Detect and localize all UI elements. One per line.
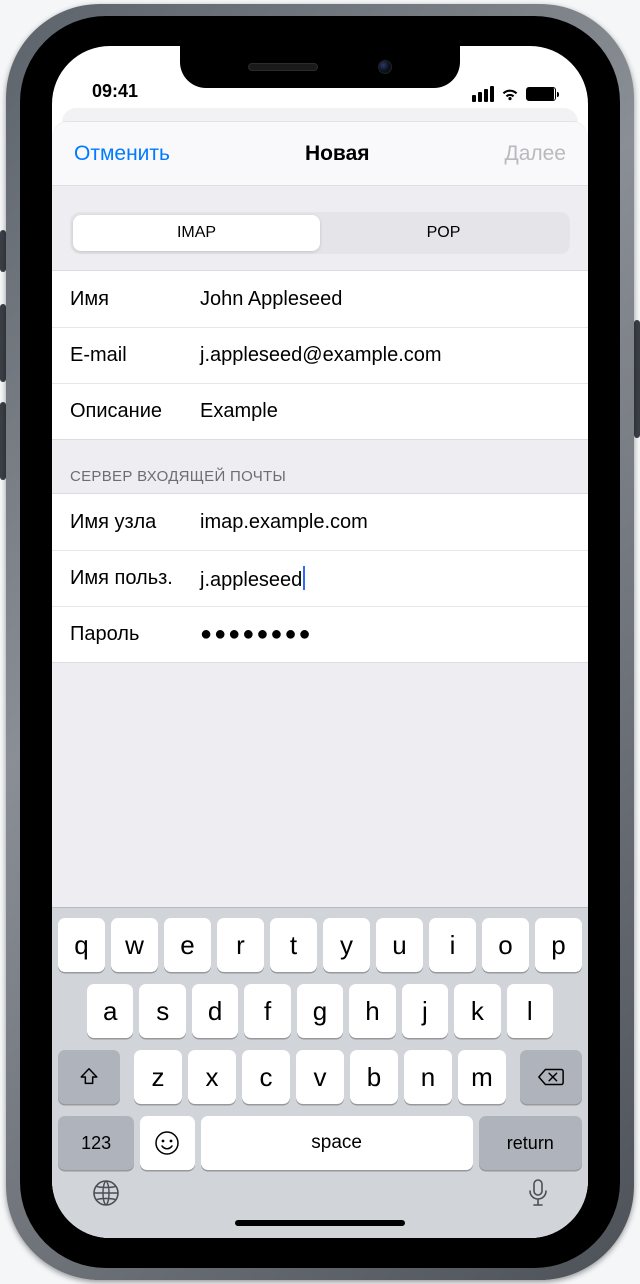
home-indicator[interactable] [235,1220,405,1226]
key-v[interactable]: v [296,1050,344,1104]
username-label: Имя польз. [70,567,200,590]
next-button[interactable]: Далее [504,142,566,166]
name-label: Имя [70,288,200,311]
key-row-1: qwertyuiop [57,918,583,972]
key-row-4: 123 space return [57,1116,583,1170]
key-l[interactable]: l [507,984,553,1038]
key-o[interactable]: o [482,918,529,972]
shift-icon [78,1066,100,1088]
shift-key[interactable] [58,1050,120,1104]
incoming-server-header: СЕРВЕР ВХОДЯЩЕЙ ПОЧТЫ [52,440,588,493]
row-username[interactable]: Имя польз. j.appleseed [52,550,588,606]
key-p[interactable]: p [535,918,582,972]
key-row-3: zxcvbnm [57,1050,583,1104]
key-i[interactable]: i [429,918,476,972]
speaker-grille [248,63,318,71]
emoji-icon [154,1130,180,1156]
dictation-key[interactable] [527,1178,549,1208]
host-label: Имя узла [70,511,200,534]
row-name[interactable]: Имя John Appleseed [52,271,588,327]
name-field[interactable]: John Appleseed [200,288,570,311]
segment-pop[interactable]: POP [320,215,567,251]
cellular-icon [472,86,494,102]
key-y[interactable]: y [323,918,370,972]
key-t[interactable]: t [270,918,317,972]
email-field[interactable]: j.appleseed@example.com [200,344,570,367]
key-c[interactable]: c [242,1050,290,1104]
key-g[interactable]: g [297,984,343,1038]
key-u[interactable]: u [376,918,423,972]
space-key[interactable]: space [201,1116,473,1170]
emoji-key[interactable] [140,1116,194,1170]
status-time: 09:41 [92,81,138,102]
email-label: E-mail [70,344,200,367]
cancel-button[interactable]: Отменить [74,142,170,166]
password-label: Пароль [70,623,200,646]
front-camera [378,60,392,74]
username-field[interactable]: j.appleseed [200,566,570,592]
row-description[interactable]: Описание Example [52,383,588,439]
key-s[interactable]: s [139,984,185,1038]
host-field[interactable]: imap.example.com [200,511,570,534]
wifi-icon [500,87,520,102]
battery-icon [526,87,556,101]
form-scroll-area[interactable]: IMAP POP Имя John Appleseed E-mail [52,186,588,907]
key-z[interactable]: z [134,1050,182,1104]
key-row-2: asdfghjkl [57,984,583,1038]
row-host[interactable]: Имя узла imap.example.com [52,494,588,550]
nav-bar: Отменить Новая Далее [52,122,588,186]
key-k[interactable]: k [454,984,500,1038]
mic-icon [527,1178,549,1208]
keyboard-footer [57,1176,583,1216]
return-key[interactable]: return [479,1116,582,1170]
notch [180,46,460,88]
numbers-key[interactable]: 123 [58,1116,134,1170]
nav-title: Новая [305,142,370,166]
key-j[interactable]: j [402,984,448,1038]
key-w[interactable]: w [111,918,158,972]
backspace-icon [537,1066,565,1088]
account-info-group: Имя John Appleseed E-mail j.appleseed@ex… [52,270,588,440]
key-f[interactable]: f [244,984,290,1038]
description-label: Описание [70,400,200,423]
key-r[interactable]: r [217,918,264,972]
screen: 09:41 Отменить [52,46,588,1238]
key-x[interactable]: x [188,1050,236,1104]
modal-sheet: Отменить Новая Далее IMAP POP [52,122,588,1238]
incoming-server-group: Имя узла imap.example.com Имя польз. j.a… [52,493,588,663]
key-n[interactable]: n [404,1050,452,1104]
globe-key[interactable] [91,1178,121,1208]
row-email[interactable]: E-mail j.appleseed@example.com [52,327,588,383]
backspace-key[interactable] [520,1050,582,1104]
sheet-background-layer [62,108,578,122]
key-d[interactable]: d [192,984,238,1038]
password-field[interactable]: ●●●●●●●● [200,623,570,646]
row-password[interactable]: Пароль ●●●●●●●● [52,606,588,662]
software-keyboard[interactable]: qwertyuiop asdfghjkl zxcvbnm [52,907,588,1238]
description-field[interactable]: Example [200,400,570,423]
globe-icon [91,1178,121,1208]
key-m[interactable]: m [458,1050,506,1104]
key-b[interactable]: b [350,1050,398,1104]
protocol-segmented-control[interactable]: IMAP POP [70,212,570,254]
key-a[interactable]: a [87,984,133,1038]
device-frame: 09:41 Отменить [0,0,640,1284]
segment-imap[interactable]: IMAP [73,215,320,251]
key-q[interactable]: q [58,918,105,972]
side-button [634,320,640,438]
key-e[interactable]: e [164,918,211,972]
key-h[interactable]: h [349,984,395,1038]
